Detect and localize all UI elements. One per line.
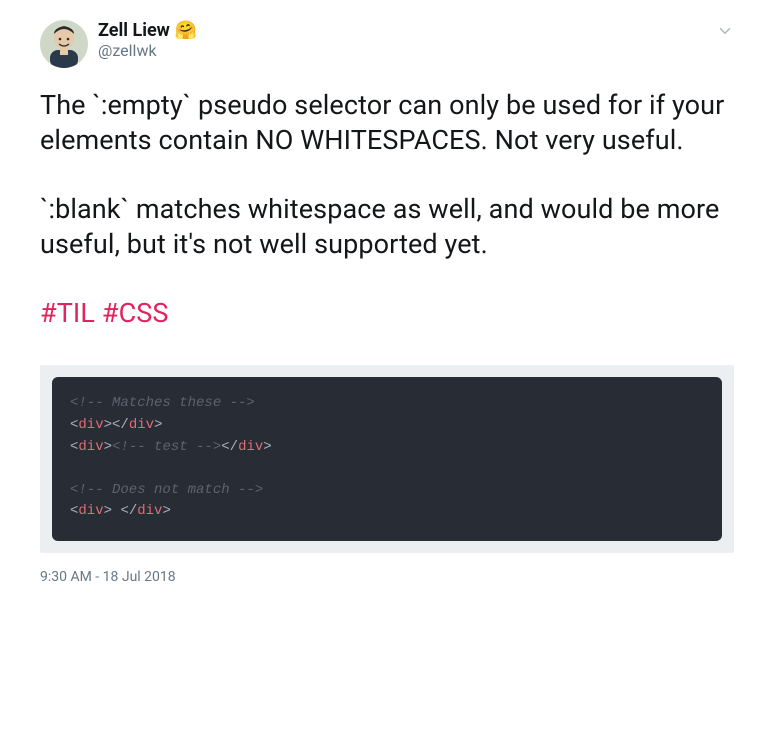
tweet-header: Zell Liew 🤗 @zellwk <box>40 20 734 68</box>
code-comment: <!-- Does not match --> <box>70 482 263 498</box>
code-tag: div <box>238 439 263 455</box>
code-bracket: </ <box>120 503 137 519</box>
hashtag-til[interactable]: #TIL <box>40 297 95 329</box>
tweet-paragraph-1: The `:empty` pseudo selector can only be… <box>40 88 734 158</box>
code-tag: div <box>78 503 103 519</box>
code-comment: <!-- test --> <box>112 439 221 455</box>
code-bracket: > <box>162 503 170 519</box>
code-bracket: > <box>104 503 112 519</box>
code-bracket: > <box>104 439 112 455</box>
code-tag: div <box>137 503 162 519</box>
code-bracket: </ <box>221 439 238 455</box>
code-tag: div <box>78 417 103 433</box>
avatar[interactable] <box>40 20 88 68</box>
hashtag-css[interactable]: #CSS <box>102 297 169 329</box>
user-handle[interactable]: @zellwk <box>98 41 716 60</box>
code-image: <!-- Matches these --> <div></div> <div>… <box>40 365 734 552</box>
display-name[interactable]: Zell Liew <box>98 20 170 41</box>
hug-emoji: 🤗 <box>175 20 197 41</box>
code-tag: div <box>78 439 103 455</box>
code-bracket: > <box>263 439 271 455</box>
tweet-hashtags: #TIL #CSS <box>40 296 734 331</box>
tweet-text: The `:empty` pseudo selector can only be… <box>40 88 734 331</box>
code-bracket: > <box>154 417 162 433</box>
tweet-timestamp[interactable]: 9:30 AM - 18 Jul 2018 <box>40 569 734 585</box>
code-comment: <!-- Matches these --> <box>70 395 255 411</box>
code-content: <!-- Matches these --> <div></div> <div>… <box>52 377 722 540</box>
tweet-paragraph-2: `:blank` matches whitespace as well, and… <box>40 192 734 262</box>
code-tag: div <box>129 417 154 433</box>
user-block: Zell Liew 🤗 @zellwk <box>98 20 716 60</box>
chevron-down-icon[interactable] <box>716 20 734 44</box>
code-bracket: </ <box>112 417 129 433</box>
code-bracket: > <box>104 417 112 433</box>
tweet-card: Zell Liew 🤗 @zellwk The `:empty` pseudo … <box>0 0 774 585</box>
